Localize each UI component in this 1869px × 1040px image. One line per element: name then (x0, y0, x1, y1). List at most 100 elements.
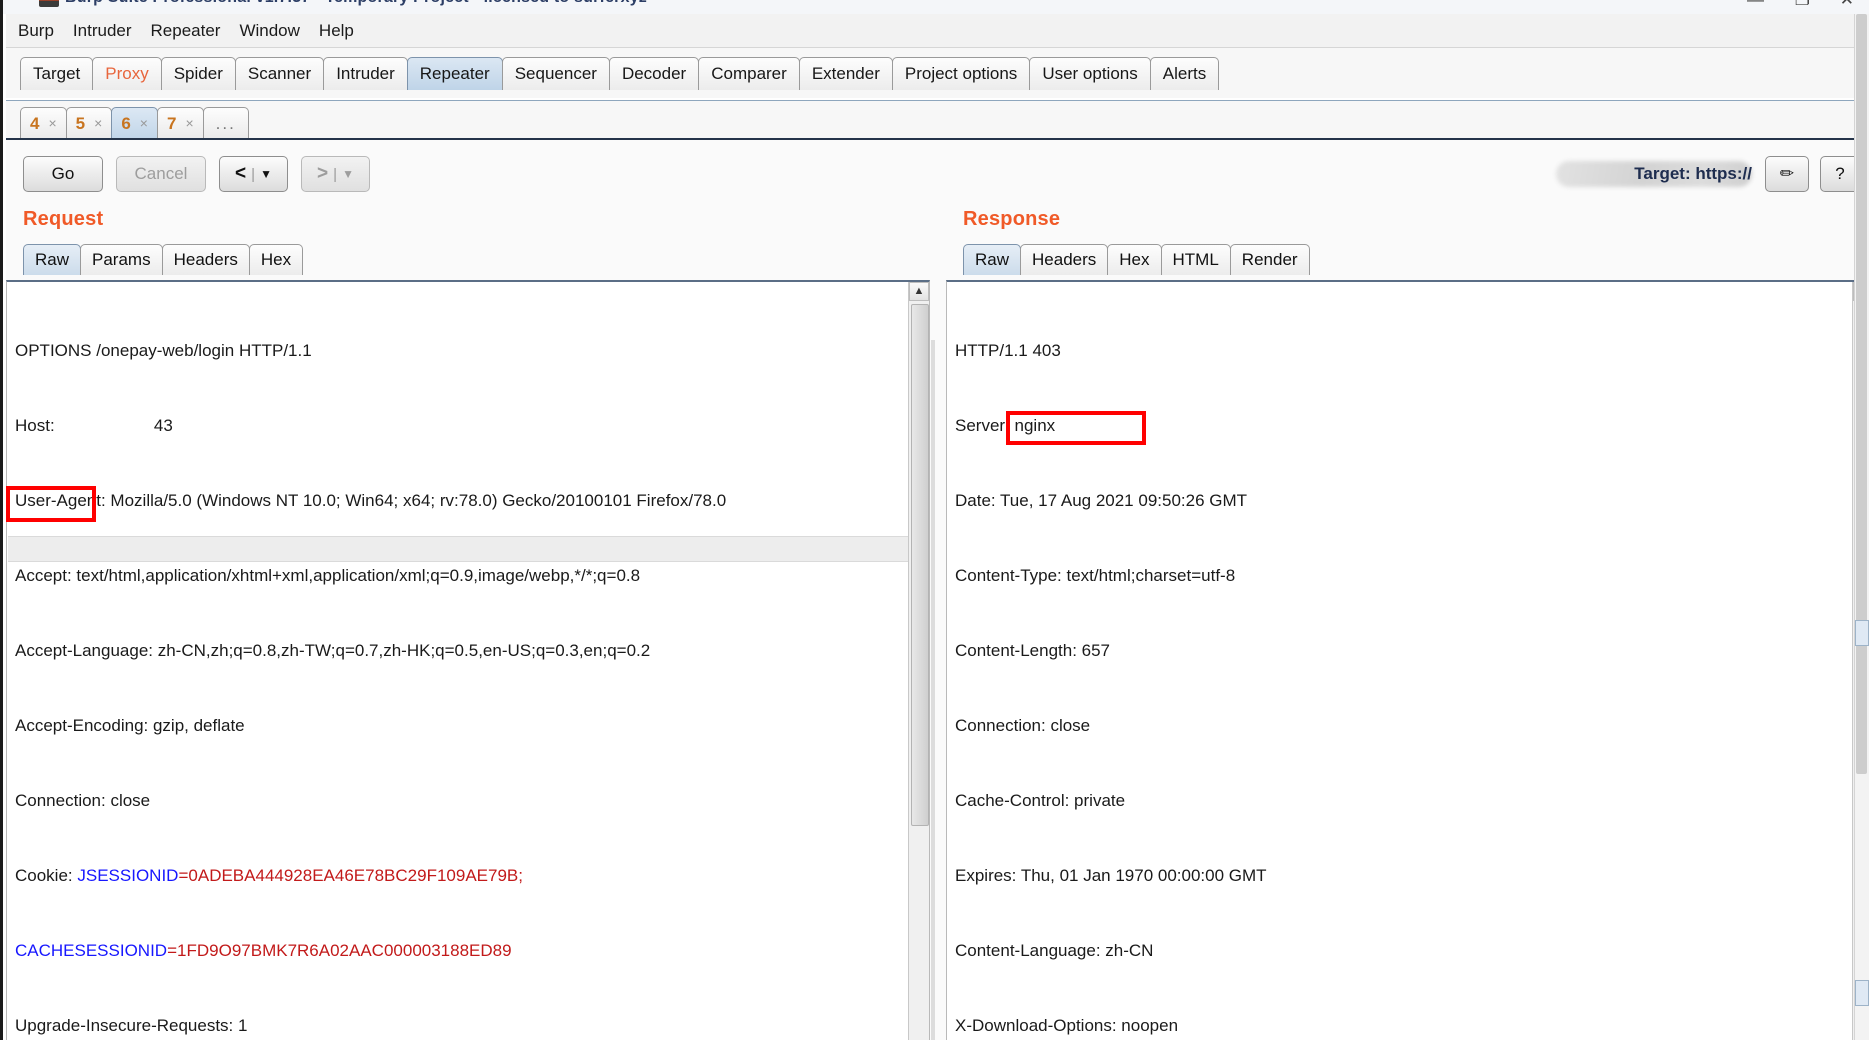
burp-logo-icon (39, 0, 59, 7)
sub-tab-more[interactable]: ... (202, 107, 249, 138)
request-line-user-agent: User-Agent: Mozilla/5.0 (Windows NT 10.0… (15, 491, 727, 510)
response-tab-hex[interactable]: Hex (1107, 244, 1162, 275)
tab-project-options[interactable]: Project options (891, 57, 1031, 90)
request-line-accept-language: Accept-Language: zh-CN,zh;q=0.8,zh-TW;q=… (15, 641, 651, 660)
sub-tab-5-label: 5 (75, 113, 86, 133)
response-header-server: Server: nginx (955, 416, 1056, 435)
repeater-toolbar: Go Cancel < | ▼ > | ▼ Target: https:// ✏… (6, 153, 1869, 203)
response-tab-headers[interactable]: Headers (1020, 244, 1109, 275)
menu-item-intruder[interactable]: Intruder (72, 19, 133, 43)
cookie-value-jsessionid: =0ADEBA444928EA46E78BC29F109AE79B; (178, 866, 523, 885)
request-line-upgrade-insecure: Upgrade-Insecure-Requests: 1 (15, 1016, 248, 1035)
tab-decoder[interactable]: Decoder (608, 57, 700, 90)
chevron-down-icon: ▼ (342, 167, 354, 181)
response-tab-render[interactable]: Render (1229, 244, 1310, 275)
close-button[interactable]: ✕ (1840, 0, 1854, 10)
tab-comparer[interactable]: Comparer (698, 57, 800, 90)
tab-target[interactable]: Target (20, 57, 94, 90)
chevron-right-icon: > (317, 163, 329, 184)
menu-item-burp[interactable]: Burp (17, 19, 55, 43)
request-line-host: Host: 43 (15, 416, 173, 435)
request-tab-params[interactable]: Params (80, 244, 163, 275)
response-header-content-type: Content-Type: text/html;charset=utf-8 (955, 566, 1236, 585)
response-text[interactable]: HTTP/1.1 403 Server: nginx Date: Tue, 17… (955, 288, 1851, 1040)
request-line-cookie: Cookie: JSESSIONID=0ADEBA444928EA46E78BC… (15, 863, 907, 888)
sub-tab-4[interactable]: 4 × (20, 107, 67, 138)
request-tab-headers[interactable]: Headers (161, 244, 250, 275)
tab-sequencer[interactable]: Sequencer (501, 57, 610, 90)
window-title-bar: Burp Suite Professional v1.7.37 - Tempor… (3, 0, 1869, 14)
window-scrollbar-thumb[interactable] (1856, 14, 1867, 774)
pencil-icon: ✏ (1779, 164, 1795, 183)
request-tab-raw[interactable]: Raw (23, 244, 82, 275)
request-body-separator (8, 536, 913, 562)
close-icon[interactable]: × (140, 109, 148, 138)
scrollbar-thumb[interactable] (911, 304, 929, 826)
response-tab-raw[interactable]: Raw (963, 244, 1022, 275)
response-header-x-download-options: X-Download-Options: noopen (955, 1016, 1179, 1035)
response-title: Response (963, 208, 1061, 230)
request-scrollbar[interactable]: ▲ ▼ (908, 282, 929, 1040)
menu-item-window[interactable]: Window (238, 19, 300, 43)
tab-scanner[interactable]: Scanner (234, 57, 325, 90)
edge-marker (1855, 980, 1869, 1006)
sub-tab-7[interactable]: 7 × (156, 107, 204, 138)
request-line-cookie-cont: CACHESESSIONID=1FD9O97BMK7R6A02AAC000003… (15, 938, 907, 963)
response-header-content-length: Content-Length: 657 (955, 641, 1111, 660)
sub-tab-4-label: 4 (30, 113, 40, 133)
request-line-accept-encoding: Accept-Encoding: gzip, deflate (15, 716, 245, 735)
response-tab-html[interactable]: HTML (1160, 244, 1231, 275)
response-status-line: HTTP/1.1 403 (955, 341, 1061, 360)
button-divider: | (333, 165, 338, 183)
close-icon[interactable]: × (185, 109, 193, 138)
pane-splitter[interactable] (931, 340, 935, 1040)
sub-tab-6[interactable]: 6 × (111, 107, 158, 138)
target-label: Target: https:// (1634, 164, 1752, 183)
tab-proxy[interactable]: Proxy (92, 57, 162, 90)
request-tab-hex[interactable]: Hex (248, 244, 304, 275)
tab-intruder[interactable]: Intruder (323, 57, 408, 90)
maximize-button[interactable]: ❐ (1795, 0, 1810, 10)
scroll-up-icon[interactable]: ▲ (909, 282, 929, 301)
window-scrollbar[interactable] (1854, 14, 1869, 1040)
response-header-connection: Connection: close (955, 716, 1091, 735)
cancel-button[interactable]: Cancel (116, 156, 206, 192)
response-header-date: Date: Tue, 17 Aug 2021 09:50:26 GMT (955, 491, 1248, 510)
sub-tab-5[interactable]: 5 × (65, 107, 113, 138)
edge-marker (1855, 620, 1869, 646)
menu-bar: Burp Intruder Repeater Window Help (6, 14, 1869, 48)
edit-target-button[interactable]: ✏ (1765, 156, 1809, 192)
sub-tab-7-label: 7 (166, 113, 177, 133)
repeater-sub-tab-bar: 4 × 5 × 6 × 7 × ... (6, 100, 1869, 139)
tab-extender[interactable]: Extender (798, 57, 893, 90)
response-tab-bar: Raw Headers Hex HTML Render (963, 244, 1310, 275)
next-request-button[interactable]: > | ▼ (301, 156, 370, 192)
menu-item-help[interactable]: Help (318, 19, 355, 43)
response-header-cache-control: Cache-Control: private (955, 791, 1126, 810)
chevron-down-icon: ▼ (260, 167, 272, 181)
close-icon[interactable]: × (48, 109, 56, 138)
previous-request-button[interactable]: < | ▼ (219, 156, 288, 192)
close-icon[interactable]: × (94, 109, 102, 138)
menu-item-repeater[interactable]: Repeater (150, 19, 222, 43)
chevron-left-icon: < (235, 163, 247, 184)
tab-repeater[interactable]: Repeater (406, 57, 503, 90)
request-line-connection: Connection: close (15, 791, 151, 810)
window-title: Burp Suite Professional v1.7.37 - Tempor… (65, 0, 647, 7)
cookie-name-cachesessionid: CACHESESSIONID (15, 941, 168, 960)
main-tab-bar: Target Proxy Spider Scanner Intruder Rep… (6, 48, 1869, 98)
response-editor[interactable]: HTTP/1.1 403 Server: nginx Date: Tue, 17… (946, 280, 1869, 1040)
request-text[interactable]: OPTIONS /onepay-web/login HTTP/1.1 Host:… (15, 288, 907, 1040)
minimize-button[interactable]: — (1747, 0, 1764, 10)
sub-tab-6-label: 6 (121, 113, 131, 133)
tab-user-options[interactable]: User options (1029, 57, 1151, 90)
request-line-accept: Accept: text/html,application/xhtml+xml,… (15, 566, 641, 585)
cookie-prefix: Cookie: (15, 866, 78, 885)
request-editor[interactable]: OPTIONS /onepay-web/login HTTP/1.1 Host:… (6, 280, 930, 1040)
go-button[interactable]: Go (23, 156, 103, 192)
cookie-name-jsessionid: JSESSIONID (77, 866, 179, 885)
tab-spider[interactable]: Spider (160, 57, 236, 90)
burp-suite-window: Burp Suite Professional v1.7.37 - Tempor… (0, 0, 1869, 1040)
request-tab-bar: Raw Params Headers Hex (23, 244, 304, 275)
tab-alerts[interactable]: Alerts (1149, 57, 1220, 90)
